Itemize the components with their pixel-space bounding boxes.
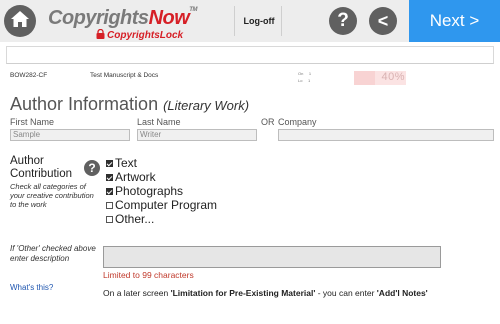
- other-description-input[interactable]: [103, 246, 441, 268]
- character-limit-text: Limited to 99 characters: [103, 270, 194, 280]
- checkbox-other[interactable]: Other...: [106, 212, 154, 226]
- checkbox-label: Text: [115, 156, 138, 170]
- case-id: BOW282-CF: [10, 72, 48, 79]
- lock-icon: [96, 26, 105, 44]
- last-name-input[interactable]: Writer: [137, 129, 257, 141]
- note-text: On a later screen: [103, 288, 171, 298]
- page-title: Author Information (Literary Work): [10, 94, 249, 115]
- contribution-hint: Check all categories of your creative co…: [10, 182, 94, 209]
- copyrightsnow-logo: CopyrightsNowTM CopyrightsLock: [44, 4, 234, 41]
- note-text: - you can enter: [315, 288, 377, 298]
- checkbox-computer-program[interactable]: Computer Program: [106, 198, 217, 212]
- note-bold-text: 'Add'l Notes': [376, 288, 428, 298]
- checkbox-label: Other...: [115, 212, 155, 226]
- divider: [234, 6, 235, 36]
- progress-percent: 40%: [381, 71, 405, 83]
- chevron-left-icon: <: [377, 10, 389, 31]
- mini-value: 1: [308, 78, 311, 83]
- question-icon: ?: [88, 161, 96, 175]
- contribution-title: Author Contribution: [10, 155, 72, 181]
- case-title: Test Manuscript & Docs: [90, 72, 159, 79]
- logo-subtext: CopyrightsLock: [107, 29, 184, 41]
- checkbox-artwork[interactable]: Artwork: [106, 170, 156, 184]
- contribution-title-line: Author: [10, 155, 44, 167]
- next-button[interactable]: Next >: [409, 0, 500, 42]
- contribution-help-button[interactable]: ?: [84, 160, 100, 176]
- checkbox-label: Photographs: [115, 184, 184, 198]
- checkbox[interactable]: [106, 187, 113, 195]
- message-bar: [6, 46, 494, 64]
- note-bold-text: 'Limitation for Pre-Existing Material': [170, 288, 316, 298]
- mini-value: 1: [308, 71, 312, 76]
- divider: [281, 6, 282, 36]
- last-name-label: Last Name: [137, 117, 181, 127]
- logoff-button[interactable]: Log-off: [238, 6, 280, 36]
- mini-label: Lo: [298, 78, 303, 83]
- later-screen-note: On a later screen 'Limitation for Pre-Ex…: [103, 288, 428, 298]
- first-name-input[interactable]: Sample: [10, 129, 130, 141]
- top-bar: CopyrightsNowTM CopyrightsLock Log-off ?…: [0, 0, 500, 42]
- checkbox[interactable]: [106, 215, 113, 223]
- logo-tm: TM: [189, 7, 197, 13]
- checkbox[interactable]: [106, 201, 113, 209]
- back-button[interactable]: <: [369, 7, 397, 35]
- checkbox[interactable]: [106, 159, 113, 167]
- checkbox-label: Computer Program: [115, 198, 218, 212]
- question-icon: ?: [337, 10, 349, 31]
- mini-label: On: [298, 71, 304, 76]
- company-label: Company: [278, 117, 317, 127]
- company-input[interactable]: [278, 129, 494, 141]
- help-button[interactable]: ?: [329, 7, 357, 35]
- home-icon: [10, 10, 30, 33]
- or-label: OR: [261, 117, 275, 127]
- progress-fill: [354, 71, 375, 85]
- checkbox-photographs[interactable]: Photographs: [106, 184, 183, 198]
- page-subtitle: (Literary Work): [163, 98, 250, 113]
- first-name-label: First Name: [10, 117, 55, 127]
- contribution-title-line: Contribution: [10, 168, 73, 180]
- checkbox-label: Artwork: [115, 170, 156, 184]
- mini-status: On 1 Lo 1: [298, 70, 311, 84]
- page-title-text: Author Information: [10, 94, 159, 114]
- other-description-hint: If 'Other' checked above enter descripti…: [10, 244, 96, 263]
- home-button[interactable]: [4, 5, 36, 37]
- checkbox[interactable]: [106, 173, 113, 181]
- progress-indicator: 40%: [354, 71, 406, 85]
- checkbox-text[interactable]: Text: [106, 156, 137, 170]
- whats-this-link[interactable]: What's this?: [10, 283, 53, 292]
